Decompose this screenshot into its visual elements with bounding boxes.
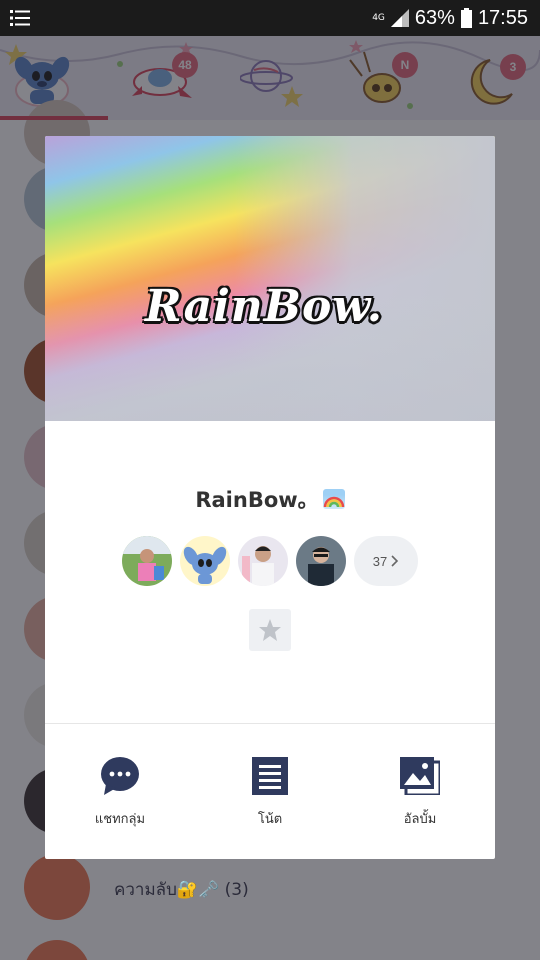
album-icon [400, 756, 440, 796]
note-label: โน้ต [257, 812, 283, 827]
chevron-right-icon [391, 555, 399, 567]
group-chat-label: แชทกลุ่ม [94, 812, 146, 827]
member-count: 37 [372, 553, 388, 569]
group-profile-card: RainBow. RainBow。 37 แชทกลุ่ม โน้ต อัลบั… [45, 136, 495, 859]
member-avatar[interactable] [238, 536, 288, 586]
signal-icon [390, 9, 409, 27]
member-count-button[interactable]: 37 [354, 536, 418, 586]
album-label: อัลบั้ม [403, 812, 437, 827]
cover-title: RainBow. [145, 281, 384, 332]
note-icon [250, 756, 290, 796]
member-avatar[interactable] [122, 536, 172, 586]
member-avatar[interactable] [296, 536, 346, 586]
chat-row-title[interactable]: ความลับ🔐🗝️ (3) [114, 876, 249, 903]
chat-bubble-icon [100, 756, 140, 796]
group-chat-action[interactable]: แชทกลุ่ม [45, 756, 195, 831]
rainbow-icon [322, 489, 345, 509]
status-bar: 4G 63% 17:55 [0, 0, 540, 36]
divider [45, 723, 495, 724]
member-avatars: 37 [122, 536, 422, 586]
member-avatar[interactable] [180, 536, 230, 586]
group-name: RainBow。 [45, 484, 495, 514]
notification-list-icon [10, 10, 30, 26]
battery-percent: 63% [414, 6, 455, 29]
group-cover-image: RainBow. [45, 136, 495, 421]
clock: 17:55 [477, 6, 528, 29]
group-name-text: RainBow。 [195, 488, 319, 512]
network-type: 4G [372, 12, 385, 23]
star-icon [259, 619, 281, 641]
favorite-button[interactable] [249, 609, 291, 651]
battery-icon [460, 8, 472, 28]
note-action[interactable]: โน้ต [195, 756, 345, 831]
album-action[interactable]: อัลบั้ม [345, 756, 495, 831]
